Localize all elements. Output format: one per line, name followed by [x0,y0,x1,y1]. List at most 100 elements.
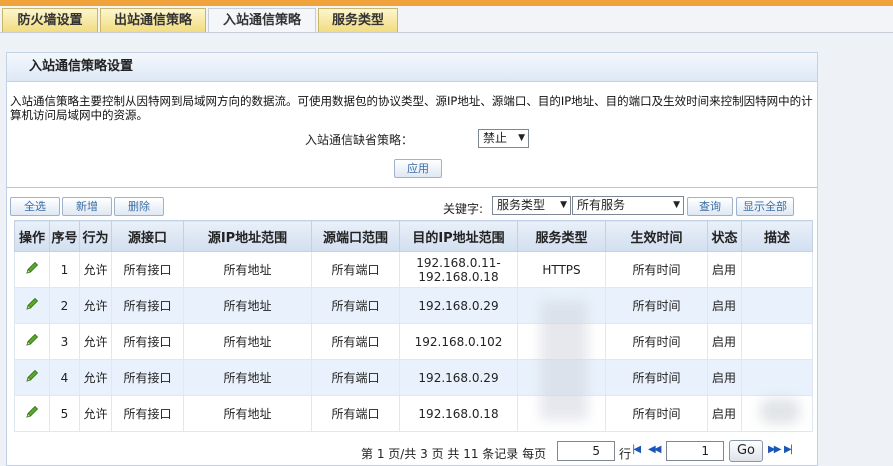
keyword-value-value: 所有服务 [577,198,626,212]
chevron-down-icon: ▼ [673,200,680,210]
chevron-down-icon: ▼ [518,133,525,143]
delete-button[interactable]: 删除 [114,197,164,216]
show-all-button[interactable]: 显示全部 [736,197,794,216]
col-header-operation: 操作 [14,220,50,252]
row-number: 1 [49,251,80,288]
row-dst-ip: 192.168.0.11- 192.168.0.18 [399,251,518,288]
row-dst-ip: 192.168.0.18 [399,395,518,432]
row-number: 4 [49,359,80,396]
default-policy-label: 入站通信缺省策略： [305,133,414,147]
row-description [741,359,813,396]
next-page-icon[interactable]: ▶▶ [768,444,781,455]
table-row: 5 允许 所有接口 所有地址 所有端口 192.168.0.18 所有时间 启用 [14,395,813,432]
row-src-port: 所有端口 [311,395,400,432]
edit-cell [14,251,50,288]
row-time: 所有时间 [605,395,708,432]
tab-service-type[interactable]: 服务类型 [318,8,398,32]
row-status: 启用 [707,395,742,432]
col-header-src-port: 源端口范围 [311,220,400,252]
row-dst-ip: 192.168.0.29 [399,287,518,324]
add-button[interactable]: 新增 [62,197,112,216]
prev-page-icon[interactable]: ◀◀ [648,444,661,455]
col-header-dst-ip: 目的IP地址范围 [399,220,518,252]
pencil-icon[interactable] [24,332,40,351]
select-all-button[interactable]: 全选 [10,197,60,216]
keyword-value-select[interactable]: 所有服务 ▼ [572,196,684,215]
edit-cell [14,395,50,432]
keyword-label: 关键字: [443,202,484,216]
inbound-policy-panel: 入站通信策略设置 入站通信策略主要控制从因特网到局域网方向的数据流。可使用数据包… [6,52,818,466]
divider [7,187,817,188]
pagination-bar: 第 1 页/共 3 页 共 11 条记录 每页 5 行 |◀ ◀◀ 1 Go ▶… [0,438,893,466]
table-row: 3 允许 所有接口 所有地址 所有端口 192.168.0.102 所有时间 启… [14,323,813,360]
keyword-field-value: 服务类型 [497,198,546,212]
dst-ip-line-1: 192.168.0.11- [416,255,501,270]
row-dst-ip: 192.168.0.29 [399,359,518,396]
go-button[interactable]: Go [729,440,763,462]
pencil-icon[interactable] [24,404,40,423]
row-description [741,287,813,324]
keyword-field-select[interactable]: 服务类型 ▼ [492,196,571,215]
policy-table: 操作 序号 行为 源接口 源IP地址范围 源端口范围 目的IP地址范围 服务类型… [14,220,813,432]
row-status: 启用 [707,323,742,360]
row-number: 3 [49,323,80,360]
col-header-service: 服务类型 [517,220,606,252]
row-src-port: 所有端口 [311,251,400,288]
row-status: 启用 [707,251,742,288]
row-src-ip: 所有地址 [183,395,312,432]
edit-cell [14,359,50,396]
row-description [741,323,813,360]
tab-inbound-policy[interactable]: 入站通信策略 [208,8,316,32]
col-header-behavior: 行为 [79,220,112,252]
row-time: 所有时间 [605,287,708,324]
default-policy-select[interactable]: 禁止 ▼ [478,129,529,148]
row-src-interface: 所有接口 [111,323,184,360]
edit-cell [14,287,50,324]
table-header-row: 操作 序号 行为 源接口 源IP地址范围 源端口范围 目的IP地址范围 服务类型… [14,220,813,252]
per-page-input[interactable]: 5 [557,441,615,461]
default-policy-row: 入站通信缺省策略： 禁止 ▼ [7,129,817,151]
first-page-icon[interactable]: |◀ [632,444,641,455]
row-src-ip: 所有地址 [183,323,312,360]
chevron-down-icon: ▼ [560,200,567,210]
row-src-ip: 所有地址 [183,251,312,288]
redacted-blur [540,300,588,420]
row-src-interface: 所有接口 [111,287,184,324]
row-src-port: 所有端口 [311,287,400,324]
row-dst-ip: 192.168.0.102 [399,323,518,360]
row-time: 所有时间 [605,323,708,360]
col-header-status: 状态 [707,220,742,252]
row-src-interface: 所有接口 [111,359,184,396]
pencil-icon[interactable] [24,368,40,387]
query-button[interactable]: 查询 [687,197,733,216]
col-header-src-ip: 源IP地址范围 [183,220,312,252]
rows-unit-label: 行 [619,447,632,461]
row-action: 允许 [79,359,112,396]
col-header-number: 序号 [49,220,80,252]
row-src-port: 所有端口 [311,323,400,360]
row-action: 允许 [79,395,112,432]
row-src-ip: 所有地址 [183,287,312,324]
col-header-src-interface: 源接口 [111,220,184,252]
row-action: 允许 [79,323,112,360]
pencil-icon[interactable] [24,260,40,279]
pencil-icon[interactable] [24,296,40,315]
apply-button[interactable]: 应用 [394,159,442,178]
tab-outbound-policy[interactable]: 出站通信策略 [100,8,206,32]
panel-title: 入站通信策略设置 [7,53,817,82]
row-src-interface: 所有接口 [111,395,184,432]
redacted-blur [760,398,800,424]
page-number-input[interactable]: 1 [666,441,724,461]
tab-firewall-settings[interactable]: 防火墙设置 [2,8,98,32]
dst-ip-line-2: 192.168.0.18 [418,269,499,284]
policy-description: 入站通信策略主要控制从因特网到局域网方向的数据流。可使用数据包的协议类型、源IP… [10,94,813,122]
tab-bar: 防火墙设置 出站通信策略 入站通信策略 服务类型 [0,6,893,33]
row-src-ip: 所有地址 [183,359,312,396]
last-page-icon[interactable]: ▶| [784,444,793,455]
row-number: 2 [49,287,80,324]
row-status: 启用 [707,287,742,324]
pager-summary: 第 1 页/共 3 页 共 11 条记录 每页 [361,447,547,461]
row-time: 所有时间 [605,251,708,288]
row-number: 5 [49,395,80,432]
col-header-description: 描述 [741,220,813,252]
